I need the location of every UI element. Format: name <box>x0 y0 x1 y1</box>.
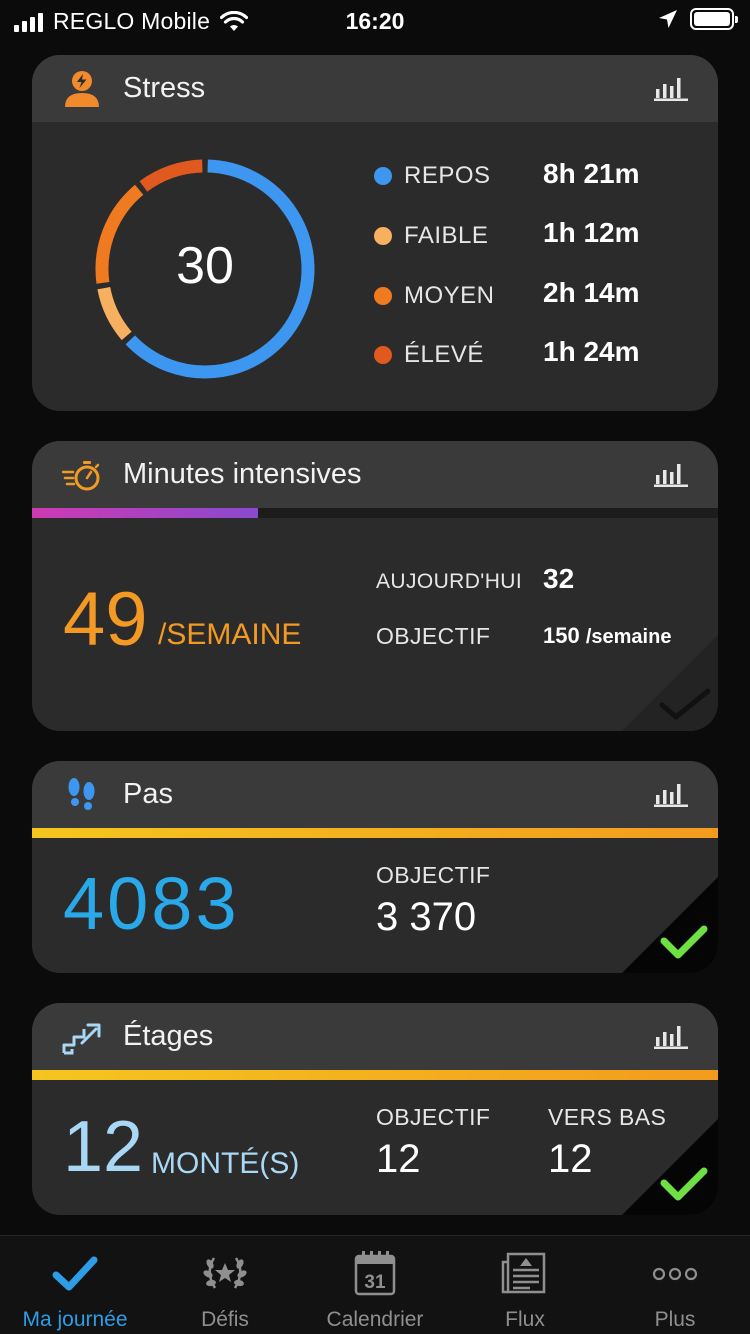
steps-card-header: Pas <box>32 761 718 828</box>
today-value: 32 <box>543 563 575 594</box>
low-value: 1h 12m <box>543 217 640 248</box>
tab-label: Défis <box>201 1308 249 1331</box>
intensity-title: Minutes intensives <box>123 458 362 490</box>
tab-calendar[interactable]: 31 Calendrier <box>300 1236 450 1334</box>
check-icon <box>52 1256 98 1291</box>
steps-value: 4083 <box>63 862 240 945</box>
high-dot <box>374 346 392 364</box>
high-value: 1h 24m <box>543 336 640 367</box>
intensity-goal-label: OBJECTIF <box>376 623 491 649</box>
rest-label: REPOS <box>404 162 491 189</box>
low-dot <box>374 227 392 245</box>
stress-level-value: 30 <box>176 237 234 295</box>
bar-chart-icon[interactable] <box>654 781 688 807</box>
low-label: FAIBLE <box>404 222 489 249</box>
tab-label: Flux <box>505 1308 545 1331</box>
intensity-card-header: Minutes intensives <box>32 441 718 508</box>
floors-down-value: 12 <box>548 1137 593 1181</box>
rest-value: 8h 21m <box>543 158 640 189</box>
floors-title: Étages <box>123 1020 214 1052</box>
newsfeed-icon <box>501 1252 546 1294</box>
stress-row-high: ÉLEVÉ <box>374 341 484 369</box>
steps-card[interactable]: Pas 4083 OBJECTIF 3 370 <box>32 761 718 973</box>
footprints-icon <box>68 778 95 810</box>
stress-row-rest: REPOS <box>374 162 491 190</box>
steps-goal-value: 3 370 <box>376 895 477 939</box>
floors-value: 12 <box>63 1107 144 1187</box>
high-label: ÉLEVÉ <box>404 341 484 368</box>
bar-chart-icon[interactable] <box>654 1023 688 1049</box>
goal-check-icon-inactive <box>622 635 718 731</box>
stress-card[interactable]: Stress 30 REPOS 8h 21m FAIBLE 1h 12m MOY… <box>32 55 718 411</box>
floors-progress-bar <box>32 1070 718 1080</box>
intensity-unit: /SEMAINE <box>158 618 302 651</box>
floors-unit: MONTÉ(S) <box>151 1147 300 1180</box>
calendar-icon: 31 <box>354 1251 396 1296</box>
stopwatch-icon <box>62 461 100 491</box>
stairs-icon <box>62 1023 101 1055</box>
intensity-progress-fill <box>32 508 259 518</box>
tab-more[interactable]: Plus <box>600 1236 750 1334</box>
location-arrow-icon <box>659 10 677 28</box>
steps-progress-bar <box>32 828 718 838</box>
bar-chart-icon[interactable] <box>654 461 688 487</box>
goal-check-icon <box>622 1119 718 1215</box>
steps-goal-label: OBJECTIF <box>376 862 491 888</box>
today-label: AUJOURD'HUI <box>376 570 523 593</box>
intensity-progress-bar <box>32 508 718 518</box>
tab-challenges[interactable]: Défis <box>150 1236 300 1334</box>
medium-value: 2h 14m <box>543 277 640 308</box>
tab-my-day[interactable]: Ma journée <box>0 1236 150 1334</box>
bar-chart-icon[interactable] <box>654 75 688 101</box>
stress-person-icon <box>65 71 99 107</box>
floors-card-header: Étages <box>32 1003 718 1070</box>
intensity-minutes-card[interactable]: Minutes intensives 49 /SEMAINE AUJOURD'H… <box>32 441 718 731</box>
stress-ring-segment-3 <box>139 159 203 192</box>
intensity-week-value: 49 <box>63 577 148 662</box>
steps-title: Pas <box>123 778 173 810</box>
tab-label: Plus <box>654 1308 696 1331</box>
floors-goal-value: 12 <box>376 1137 421 1181</box>
goal-check-icon <box>622 877 718 973</box>
stress-title: Stress <box>123 72 206 104</box>
stress-card-header: Stress <box>32 55 718 122</box>
stress-row-low: FAIBLE <box>374 222 488 250</box>
tab-label: Ma journée <box>22 1308 128 1331</box>
rest-dot <box>374 167 392 185</box>
tab-feed[interactable]: Flux <box>450 1236 600 1334</box>
stress-row-medium: MOYEN <box>374 282 495 310</box>
floors-card[interactable]: Étages 12 MONTÉ(S) OBJECTIF 12 VERS BAS … <box>32 1003 718 1215</box>
battery-icon <box>690 8 738 30</box>
tab-label: Calendrier <box>326 1308 424 1331</box>
status-bar: REGLO Mobile 16:20 <box>0 0 750 44</box>
medium-label: MOYEN <box>404 282 495 309</box>
calendar-day-number: 31 <box>364 1272 386 1293</box>
medium-dot <box>374 287 392 305</box>
floors-goal-label: OBJECTIF <box>376 1104 491 1130</box>
tab-bar: Ma journée Défis 31 Calendrier Flux Plus <box>0 1235 750 1334</box>
status-time: 16:20 <box>345 8 405 34</box>
laurel-icon <box>203 1257 247 1289</box>
more-icon <box>652 1267 698 1281</box>
